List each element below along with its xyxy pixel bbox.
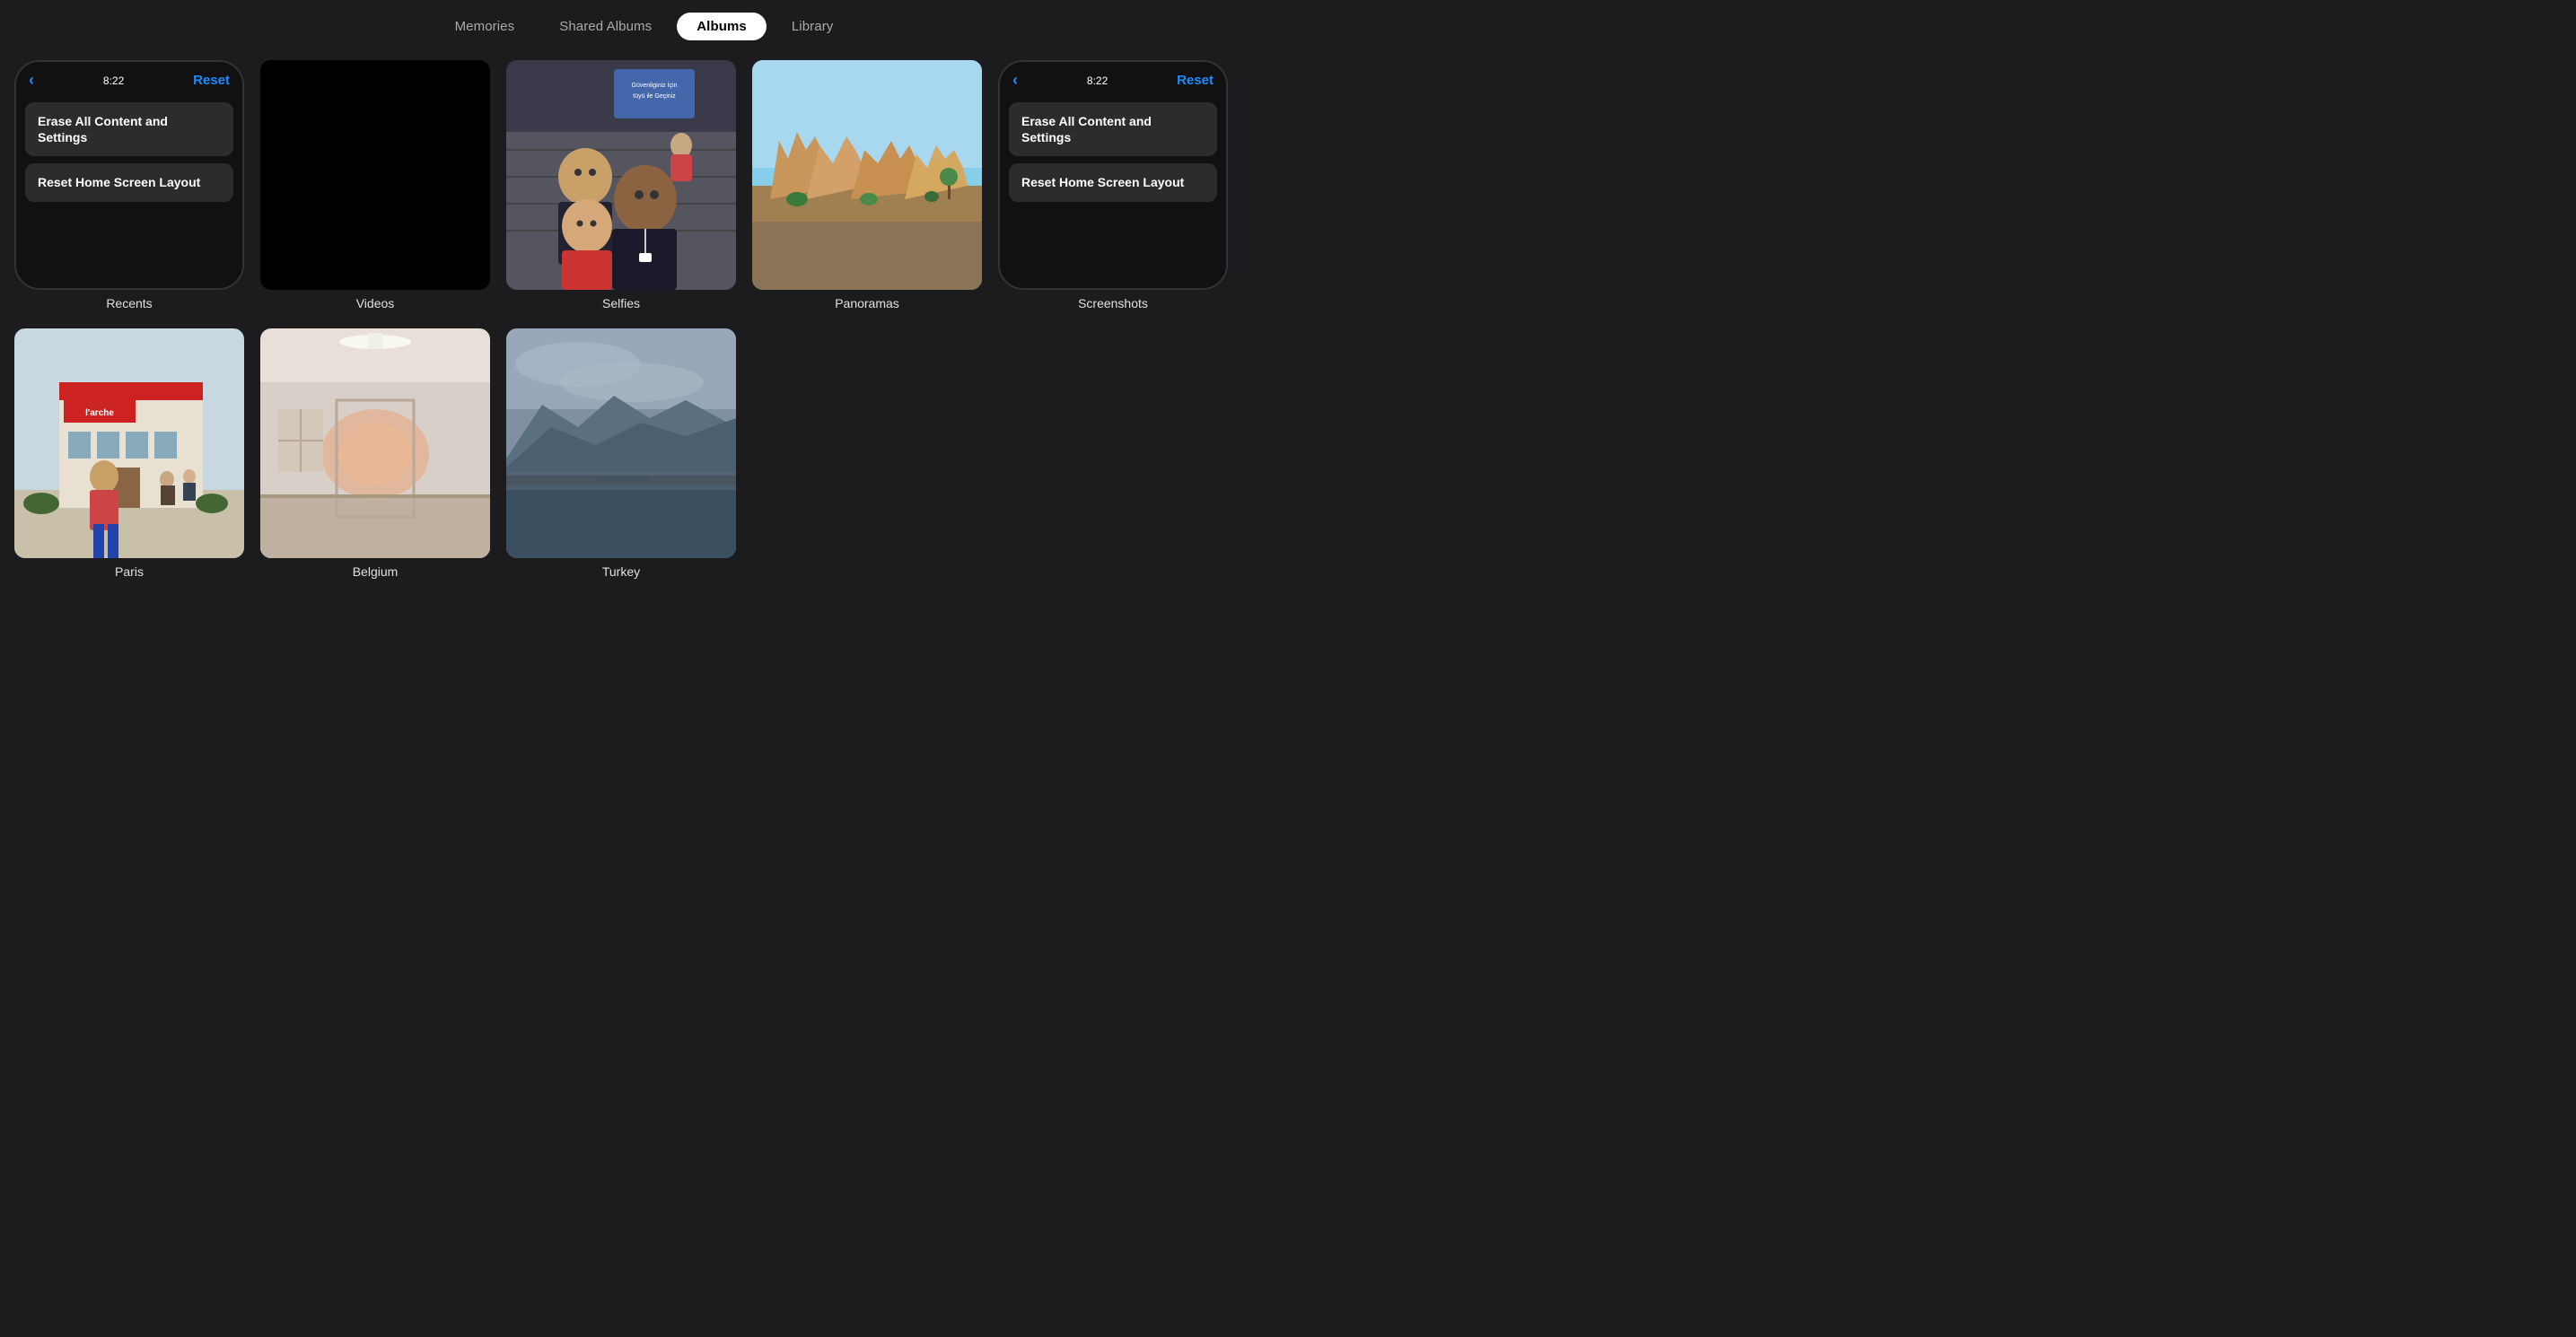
watch-time-left: 8:22 — [103, 74, 124, 87]
tab-library[interactable]: Library — [772, 13, 854, 40]
watch-header-left: ‹ 8:22 Reset — [16, 62, 242, 93]
album-thumb-belgium — [260, 328, 490, 558]
album-label-selfies: Selfies — [602, 296, 640, 310]
album-thumb-recents: ‹ 8:22 Reset Erase All Content and Setti… — [14, 60, 244, 290]
album-thumb-selfies: Güvenliginiz İçin tüyü ile Geçiniz — [506, 60, 736, 290]
album-label-recents: Recents — [106, 296, 152, 310]
album-label-turkey: Turkey — [602, 564, 640, 579]
album-label-panoramas: Panoramas — [835, 296, 899, 310]
album-thumb-videos — [260, 60, 490, 290]
album-tile-belgium[interactable]: Belgium — [260, 328, 490, 579]
watch-header-right: ‹ 8:22 Reset — [1000, 62, 1226, 93]
album-label-videos: Videos — [356, 296, 395, 310]
album-thumb-panoramas — [752, 60, 982, 290]
tab-albums[interactable]: Albums — [677, 13, 767, 40]
album-tile-selfies[interactable]: Güvenliginiz İçin tüyü ile Geçiniz — [506, 60, 736, 310]
tab-shared-albums[interactable]: Shared Albums — [539, 13, 671, 40]
album-thumb-screenshots: ‹ 8:22 Reset Erase All Content and Setti… — [998, 60, 1228, 290]
album-thumb-paris: l'arche — [14, 328, 244, 558]
album-tile-screenshots[interactable]: ‹ 8:22 Reset Erase All Content and Setti… — [998, 60, 1228, 310]
album-thumb-turkey — [506, 328, 736, 558]
erase-item-right: Erase All Content and Settings — [1009, 102, 1217, 156]
album-tile-turkey[interactable]: Turkey — [506, 328, 736, 579]
album-label-screenshots: Screenshots — [1078, 296, 1148, 310]
albums-content: ‹ 8:22 Reset Erase All Content and Setti… — [0, 51, 1288, 588]
erase-item-left: Erase All Content and Settings — [25, 102, 233, 156]
reset-label-left: Reset — [193, 73, 230, 88]
back-icon-left: ‹ — [29, 71, 34, 90]
album-label-paris: Paris — [115, 564, 144, 579]
album-tile-recents[interactable]: ‹ 8:22 Reset Erase All Content and Setti… — [14, 60, 244, 310]
svg-text:Güvenliginiz İçin: Güvenliginiz İçin — [632, 81, 678, 89]
nav-bar: Memories Shared Albums Albums Library — [0, 0, 1288, 51]
tab-memories[interactable]: Memories — [435, 13, 535, 40]
svg-text:tüyü ile Geçiniz: tüyü ile Geçiniz — [633, 93, 676, 100]
watch-body-left: Erase All Content and Settings Reset Hom… — [16, 93, 242, 288]
album-row-2: l'arche — [14, 328, 1274, 579]
album-tile-videos[interactable]: Videos — [260, 60, 490, 310]
watch-time-right: 8:22 — [1087, 74, 1108, 87]
back-icon-right: ‹ — [1012, 71, 1018, 90]
reset-home-item-right: Reset Home Screen Layout — [1009, 163, 1217, 201]
album-row-1: ‹ 8:22 Reset Erase All Content and Setti… — [14, 60, 1274, 310]
album-tile-paris[interactable]: l'arche — [14, 328, 244, 579]
videos-bg — [260, 60, 490, 290]
album-label-belgium: Belgium — [353, 564, 399, 579]
svg-text:l'arche: l'arche — [85, 408, 114, 418]
reset-home-item-left: Reset Home Screen Layout — [25, 163, 233, 201]
reset-label-right: Reset — [1177, 73, 1214, 88]
watch-body-right: Erase All Content and Settings Reset Hom… — [1000, 93, 1226, 288]
album-tile-panoramas[interactable]: Panoramas — [752, 60, 982, 310]
